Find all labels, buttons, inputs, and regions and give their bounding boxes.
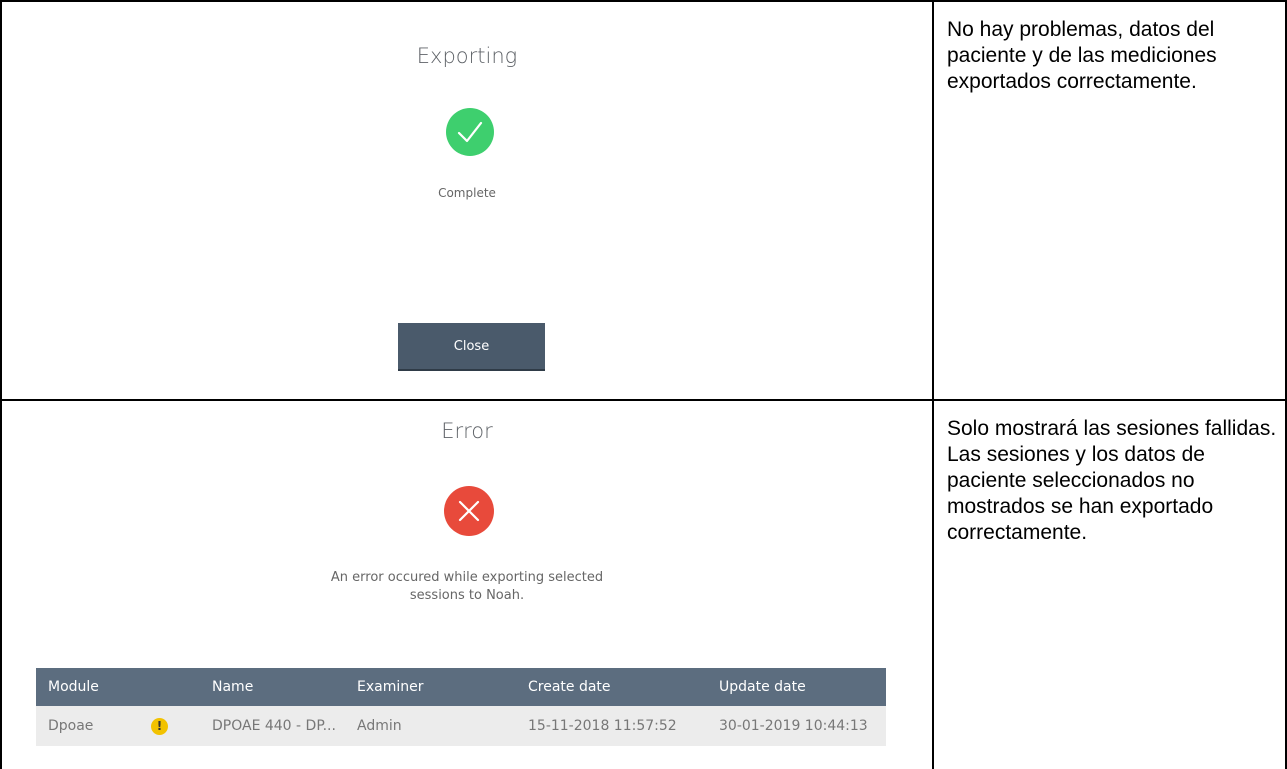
check-icon [446, 108, 494, 156]
error-message-line-2: sessions to Noah. [409, 588, 525, 603]
column-header-name[interactable]: Name [212, 668, 253, 706]
close-button[interactable]: Close [398, 323, 545, 371]
sessions-table-header: Module Name Examiner Create date Update … [36, 668, 886, 706]
column-header-update-date[interactable]: Update date [719, 668, 806, 706]
table-column-divider [932, 0, 934, 769]
table-row[interactable]: Dpoae ! DPOAE 440 - DP... Admin 15-11-20… [36, 706, 886, 746]
cell-module: Dpoae [48, 718, 94, 734]
warning-icon-wrapper: ! [151, 706, 168, 746]
column-header-module[interactable]: Module [48, 668, 99, 706]
cell-name: DPOAE 440 - DP... [212, 718, 336, 734]
document-table: Exporting Complete Close No hay problema… [0, 0, 1287, 769]
dialog-title: Exporting [416, 44, 518, 68]
cell-examiner: Admin [357, 718, 402, 734]
cell-create-date: 15-11-2018 11:57:52 [528, 718, 677, 734]
status-message: Complete [438, 186, 496, 200]
export-error-dialog: Error An error occured while exporting s… [2, 401, 932, 769]
error-message-line-1: An error occured while exporting selecte… [330, 570, 604, 585]
column-header-examiner[interactable]: Examiner [357, 668, 423, 706]
cell-update-date: 30-01-2019 10:44:13 [719, 718, 868, 734]
description-success: No hay problemas, datos del paciente y d… [947, 18, 1217, 93]
close-x-icon [444, 486, 494, 536]
dialog-title: Error [441, 419, 493, 443]
warning-icon: ! [151, 717, 168, 735]
export-complete-dialog: Exporting Complete Close [2, 2, 932, 399]
column-header-create-date[interactable]: Create date [528, 668, 611, 706]
description-error: Solo mostrará las sesiones fallidas. Las… [947, 417, 1277, 544]
